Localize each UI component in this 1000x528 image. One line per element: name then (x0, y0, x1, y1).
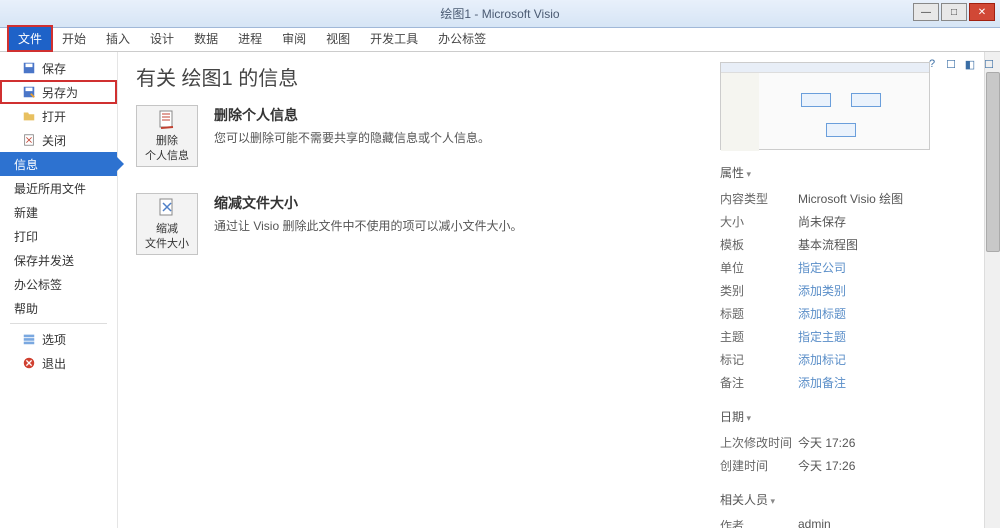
window-title: 绘图1 - Microsoft Visio (440, 5, 559, 22)
sidebar-item-exit[interactable]: 退出 (0, 351, 117, 375)
tab-insert[interactable]: 插入 (96, 26, 140, 51)
sidebar-label: 新建 (14, 204, 38, 221)
button-line1: 删除 (156, 135, 178, 148)
scroll-thumb[interactable] (986, 72, 1000, 252)
document-shred-icon (155, 109, 179, 133)
close-file-icon (22, 133, 36, 147)
tab-office[interactable]: 办公标签 (428, 26, 496, 51)
ribbon-close-icon[interactable]: ☐ (981, 56, 997, 72)
prop-modified: 上次修改时间今天 17:26 (720, 431, 980, 454)
prop-note: 备注添加备注 (720, 371, 980, 394)
prop-category: 类别添加类别 (720, 279, 980, 302)
sidebar-label: 退出 (42, 355, 66, 372)
sidebar-item-print[interactable]: 打印 (0, 224, 117, 248)
tab-developer[interactable]: 开发工具 (360, 26, 428, 51)
tab-view[interactable]: 视图 (316, 26, 360, 51)
sidebar-label: 关闭 (42, 132, 66, 149)
sidebar-label: 选项 (42, 331, 66, 348)
sidebar-item-close[interactable]: 关闭 (0, 128, 117, 152)
prop-title: 标题添加标题 (720, 302, 980, 325)
dates-header: 日期 (720, 408, 980, 425)
prop-theme: 主题指定主题 (720, 325, 980, 348)
button-line2: 个人信息 (145, 150, 189, 163)
backstage-sidebar: 保存 另存为 打开 关闭 信息 最近所用文件 新建 打印 保存并发送 (0, 52, 118, 528)
tab-home[interactable]: 开始 (52, 26, 96, 51)
sidebar-label: 最近所用文件 (14, 180, 86, 197)
action-desc: 您可以删除可能不需要共享的隐藏信息或个人信息。 (214, 129, 490, 146)
prop-content-type: 内容类型Microsoft Visio 绘图 (720, 187, 980, 210)
ribbon-restore-icon[interactable]: ◧ (962, 56, 978, 72)
vertical-scrollbar[interactable] (984, 52, 1000, 528)
tab-review[interactable]: 审阅 (272, 26, 316, 51)
sidebar-separator (10, 323, 107, 324)
sidebar-item-help[interactable]: 帮助 (0, 296, 117, 320)
sidebar-label: 帮助 (14, 300, 38, 317)
close-button[interactable]: ✕ (969, 3, 995, 21)
exit-icon (22, 356, 36, 370)
page-title: 有关 绘图1 的信息 (136, 62, 690, 91)
sidebar-label: 信息 (14, 156, 38, 173)
sidebar-label: 办公标签 (14, 276, 62, 293)
sidebar-item-info[interactable]: 信息 (0, 152, 117, 176)
options-icon (22, 332, 36, 346)
action-title: 删除个人信息 (214, 105, 490, 125)
document-thumbnail[interactable] (720, 62, 930, 150)
prop-unit: 单位指定公司 (720, 256, 980, 279)
maximize-button[interactable]: □ (941, 3, 967, 21)
tab-data[interactable]: 数据 (184, 26, 228, 51)
tab-process[interactable]: 进程 (228, 26, 272, 51)
sidebar-item-recent[interactable]: 最近所用文件 (0, 176, 117, 200)
action-desc: 通过让 Visio 删除此文件中不使用的项可以减小文件大小。 (214, 217, 522, 234)
sidebar-item-new[interactable]: 新建 (0, 200, 117, 224)
button-line2: 文件大小 (145, 238, 189, 251)
sidebar-label: 另存为 (42, 84, 78, 101)
sidebar-label: 打开 (42, 108, 66, 125)
window-buttons: — □ ✕ (913, 3, 995, 21)
minimize-button[interactable]: — (913, 3, 939, 21)
sidebar-item-save[interactable]: 保存 (0, 56, 117, 80)
content-area: 有关 绘图1 的信息 删除 个人信息 删除个人信息 您可以删除可能不需要共享的隐… (118, 52, 1000, 528)
save-icon (22, 61, 36, 75)
sidebar-label: 保存并发送 (14, 252, 74, 269)
prop-author: 作者admin (720, 514, 980, 528)
sidebar-item-save-as[interactable]: 另存为 (0, 80, 117, 104)
people-header: 相关人员 (720, 491, 980, 508)
ribbon-tabs: 文件 开始 插入 设计 数据 进程 审阅 视图 开发工具 办公标签 ? ☐ ◧ … (0, 28, 1000, 52)
tab-design[interactable]: 设计 (140, 26, 184, 51)
prop-created: 创建时间今天 17:26 (720, 454, 980, 477)
tab-file[interactable]: 文件 (8, 26, 52, 51)
properties-header[interactable]: 属性 (720, 164, 980, 181)
save-as-icon (22, 85, 36, 99)
help-icon[interactable]: ? (924, 56, 940, 72)
button-line1: 缩减 (156, 223, 178, 236)
action-reduce-file-size: 缩减 文件大小 缩减文件大小 通过让 Visio 删除此文件中不使用的项可以减小… (136, 193, 690, 255)
compress-icon (155, 197, 179, 221)
help-buttons: ? ☐ ◧ ☐ (924, 56, 997, 72)
titlebar: 绘图1 - Microsoft Visio — □ ✕ (0, 0, 1000, 28)
sidebar-item-office-tab[interactable]: 办公标签 (0, 272, 117, 296)
ribbon-minimize-icon[interactable]: ☐ (943, 56, 959, 72)
action-remove-personal-info: 删除 个人信息 删除个人信息 您可以删除可能不需要共享的隐藏信息或个人信息。 (136, 105, 690, 167)
open-icon (22, 109, 36, 123)
remove-personal-info-button[interactable]: 删除 个人信息 (136, 105, 198, 167)
prop-template: 模板基本流程图 (720, 233, 980, 256)
sidebar-item-open[interactable]: 打开 (0, 104, 117, 128)
sidebar-item-options[interactable]: 选项 (0, 327, 117, 351)
prop-tag: 标记添加标记 (720, 348, 980, 371)
sidebar-label: 打印 (14, 228, 38, 245)
sidebar-item-save-send[interactable]: 保存并发送 (0, 248, 117, 272)
prop-size: 大小尚未保存 (720, 210, 980, 233)
action-title: 缩减文件大小 (214, 193, 522, 213)
sidebar-label: 保存 (42, 60, 66, 77)
reduce-file-size-button[interactable]: 缩减 文件大小 (136, 193, 198, 255)
